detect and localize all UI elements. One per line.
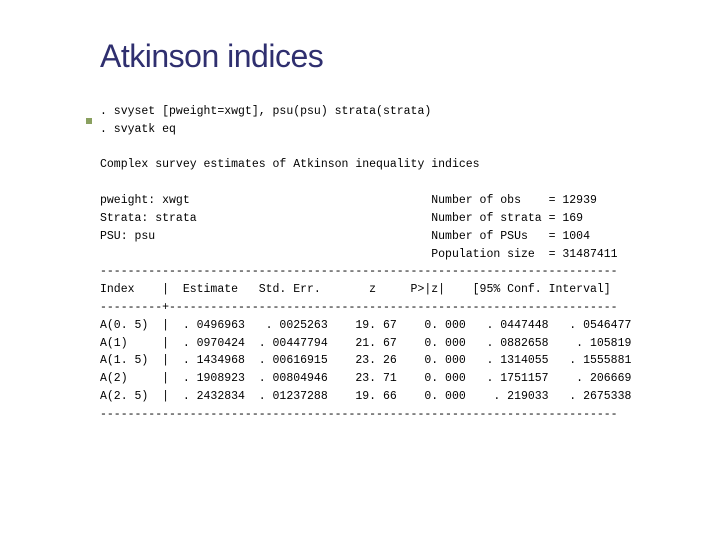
meta-line: Population size = 31487411 [100,248,618,261]
code-block: . svyset [pweight=xwgt], psu(psu) strata… [100,103,670,424]
bullet-icon [86,118,92,124]
table-row: A(2. 5) | . 2432834 . 01237288 19. 66 0.… [100,390,631,403]
meta-line: PSU: psu Number of PSUs = 1004 [100,230,590,243]
meta-line: Strata: strata Number of strata = 169 [100,212,583,225]
table-header: Index | Estimate Std. Err. z P>|z| [95% … [100,283,611,296]
rule: ----------------------------------------… [100,265,618,278]
table-row: A(1. 5) | . 1434968 . 00616915 23. 26 0.… [100,354,631,367]
page-title: Atkinson indices [100,38,670,75]
table-row: A(0. 5) | . 0496963 . 0025263 19. 67 0. … [100,319,631,332]
cmd-line-1: . svyset [pweight=xwgt], psu(psu) strata… [100,105,431,118]
table-row: A(2) | . 1908923 . 00804946 23. 71 0. 00… [100,372,631,385]
rule: ---------+------------------------------… [100,301,618,314]
output-heading: Complex survey estimates of Atkinson ine… [100,158,480,171]
cmd-line-2: . svyatk eq [100,123,176,136]
meta-line: pweight: xwgt Number of obs = 12939 [100,194,597,207]
table-row: A(1) | . 0970424 . 00447794 21. 67 0. 00… [100,337,631,350]
slide: Atkinson indices . svyset [pweight=xwgt]… [0,0,720,424]
rule: ----------------------------------------… [100,408,618,421]
